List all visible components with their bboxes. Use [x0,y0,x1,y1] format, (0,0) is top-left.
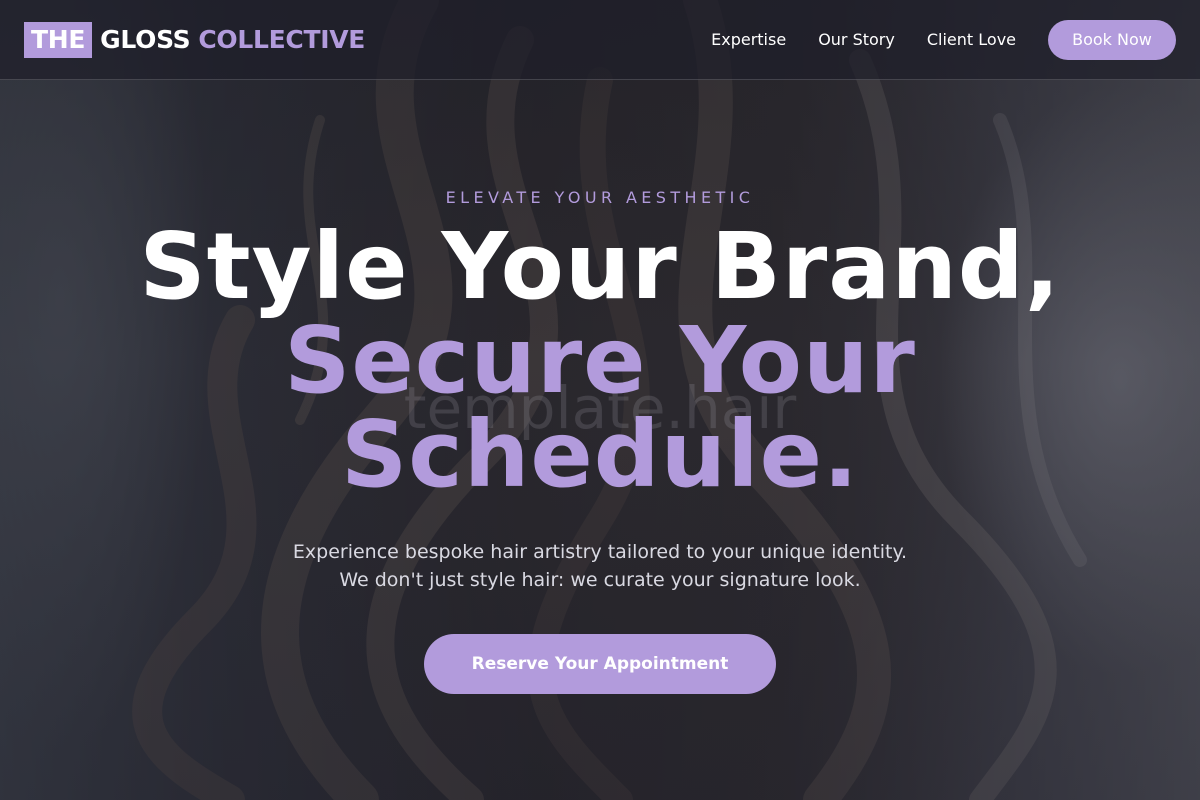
book-now-button[interactable]: Book Now [1048,19,1176,60]
brand-logo[interactable]: THE GLOSS COLLECTIVE [24,21,366,58]
logo-the: THE [24,21,93,58]
logo-collective: COLLECTIVE [198,25,366,54]
hero-section: ELEVATE YOUR AESTHETIC template.hair Sty… [0,80,1200,800]
headline-line-1: Style Your Brand, [139,213,1061,320]
nav-link-expertise[interactable]: Expertise [711,30,786,49]
site-header: THE GLOSS COLLECTIVE Expertise Our Story… [0,0,1200,80]
headline-line-2: Secure Your [284,307,916,414]
hero-subcopy: Experience bespoke hair artistry tailore… [0,538,1200,594]
subcopy-line-1: Experience bespoke hair artistry tailore… [292,541,908,563]
nav-link-our-story[interactable]: Our Story [818,30,895,49]
reserve-appointment-button[interactable]: Reserve Your Appointment [424,634,776,694]
main-nav: Expertise Our Story Client Love Book Now [711,19,1176,60]
logo-gloss: GLOSS [100,25,191,54]
hero-headline: Style Your Brand, Secure Your Schedule. [0,220,1200,502]
nav-link-client-love[interactable]: Client Love [927,30,1016,49]
subcopy-line-2: We don't just style hair: we curate your… [339,569,861,591]
hero-eyebrow: ELEVATE YOUR AESTHETIC [445,188,755,207]
headline-line-3: Schedule. [341,401,859,508]
